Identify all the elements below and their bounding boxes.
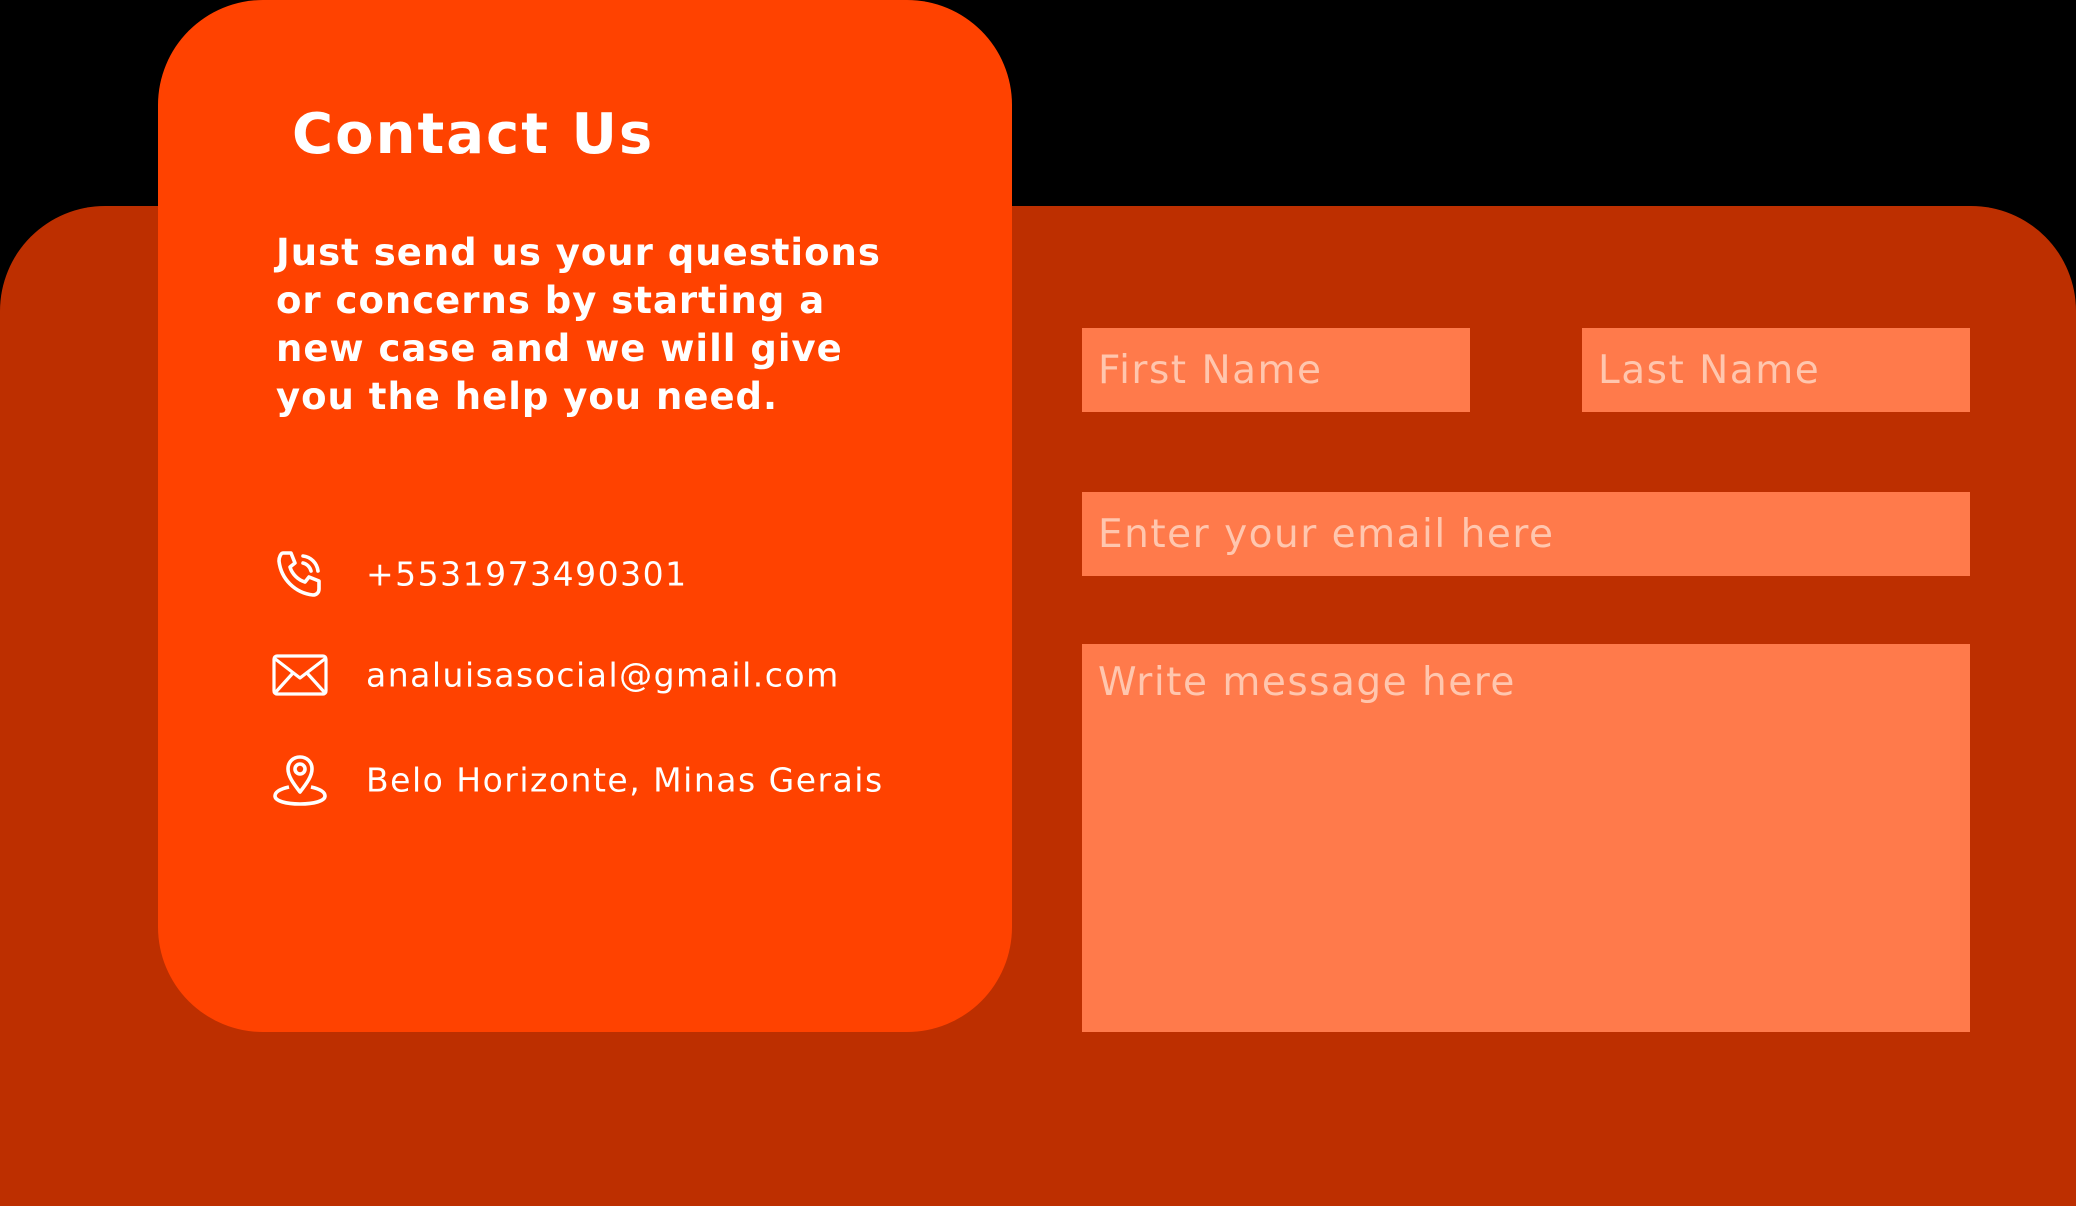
email-input[interactable]: Enter your email here: [1082, 492, 1970, 576]
envelope-icon: [270, 645, 330, 705]
location-row[interactable]: Belo Horizonte, Minas Gerais: [270, 750, 882, 810]
location-text: Belo Horizonte, Minas Gerais: [366, 760, 884, 800]
page-title: Contact Us: [292, 102, 655, 167]
map-pin-icon: [270, 750, 330, 810]
phone-row[interactable]: +5531973490301: [270, 544, 686, 604]
message-placeholder: Write message here: [1098, 660, 1516, 705]
first-name-placeholder: First Name: [1098, 347, 1323, 393]
message-textarea[interactable]: Write message here: [1082, 644, 1970, 1032]
email-placeholder: Enter your email here: [1098, 511, 1555, 557]
phone-icon: [270, 544, 330, 604]
contact-page: Contact Us Just send us your questions o…: [0, 0, 2076, 1206]
first-name-input[interactable]: First Name: [1082, 328, 1470, 412]
contact-description: Just send us your questions or concerns …: [276, 231, 881, 418]
email-address: analuisasocial@gmail.com: [366, 655, 840, 695]
last-name-placeholder: Last Name: [1598, 347, 1821, 393]
email-row[interactable]: analuisasocial@gmail.com: [270, 645, 838, 705]
last-name-input[interactable]: Last Name: [1582, 328, 1970, 412]
phone-number: +5531973490301: [366, 554, 688, 594]
